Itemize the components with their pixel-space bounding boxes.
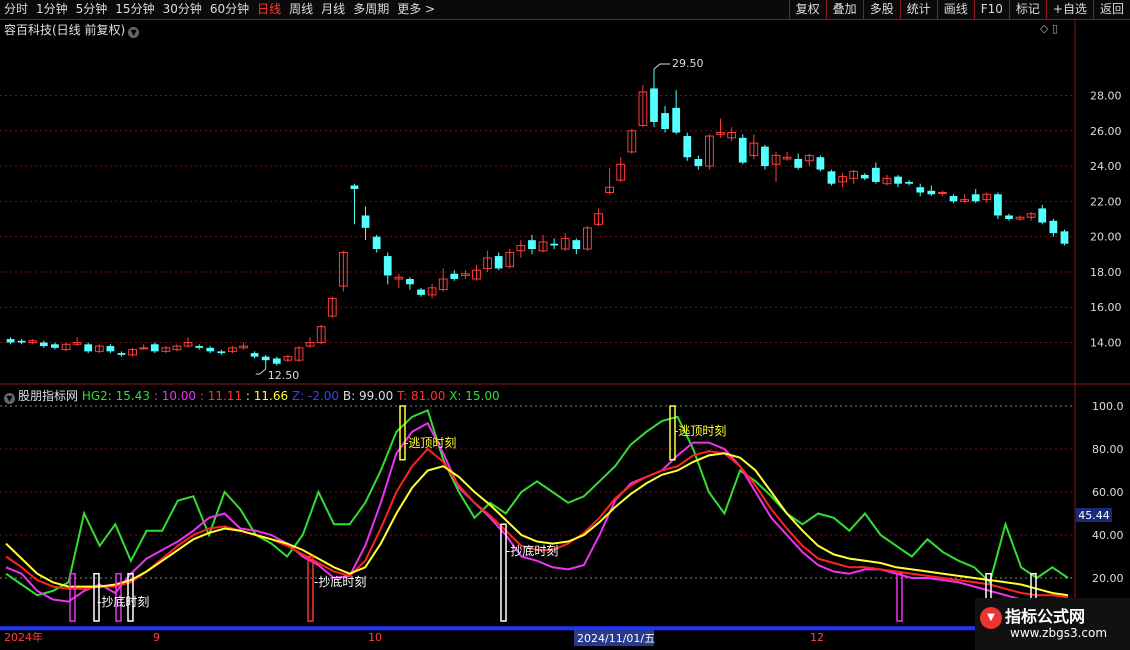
sell-signal-label: -逃顶时刻 [404,436,456,450]
candle-down [84,344,93,352]
candle-down [916,187,925,193]
candle-down [417,289,425,295]
candle-down [572,240,581,249]
candle-down [150,344,159,352]
candle-down [195,346,204,348]
price-tick-label: 16.00 [1090,301,1122,314]
candle-down [1049,220,1058,234]
indicator-tick-label: 60.00 [1092,486,1124,499]
signal-bar [500,523,507,622]
candle-down [528,240,536,249]
candle-down [51,344,59,348]
candle-down [217,351,226,354]
candle-down [550,243,559,246]
low-price-label: 12.50 [268,369,300,382]
candle-down [406,279,414,285]
candle-down [1005,215,1013,219]
watermark-url: www.zbgs3.com [1010,626,1108,640]
candle-down [738,137,747,163]
candle-down [450,273,459,279]
candle-down [117,353,126,355]
candle-down [794,159,803,168]
candle-down [927,190,936,195]
candle-down [250,353,259,357]
buy-signal-label: -抄底时刻 [97,594,149,609]
price-tick-label: 14.00 [1090,337,1122,350]
date-cursor-label: 2024/11/01/五 [577,632,655,645]
candle-down [361,215,370,228]
candle-down [17,340,26,343]
candle-down [272,358,281,364]
candle-down [816,157,825,170]
candle-down [683,136,692,158]
signal-bar [896,572,903,622]
candle-down [827,171,836,184]
candle-down [383,256,392,276]
indicator-tick-label: 40.00 [1092,529,1124,542]
candle-down [650,88,658,122]
candle-up [938,192,947,195]
price-tick-label: 26.00 [1090,125,1122,138]
candle-down [106,346,115,352]
candle-down [206,347,215,352]
watermark-logo-icon: ▼ [980,607,1002,629]
price-tick-label: 18.00 [1090,266,1122,279]
price-tick-label: 24.00 [1090,160,1122,173]
candle-down [1060,231,1069,244]
candle-down [971,194,980,202]
candle-down [672,107,681,133]
indicator-tick-label: 20.00 [1092,572,1124,585]
candle-down [994,194,1002,216]
signal-bar [69,572,76,622]
price-tick-label: 28.00 [1090,89,1122,102]
candle-down [894,176,902,184]
candle-down [350,185,359,189]
signal-bar [399,405,406,461]
watermark-title: 指标公式网 [1005,607,1086,626]
candle-down [860,174,869,179]
sell-signal-label: -逃顶时刻 [674,424,726,438]
low-marker [255,368,267,375]
current-value-label: 45.44 [1078,509,1110,522]
price-tick-label: 22.00 [1090,195,1122,208]
date-label: 10 [368,631,382,644]
price-tick-label: 20.00 [1090,231,1122,244]
date-label: 2024年 [4,630,43,644]
candle-up [139,347,149,350]
candle-down [694,159,703,167]
indicator-series-line [5,408,1069,597]
high-marker [653,63,670,70]
candle-down [6,339,15,343]
signal-bar [307,555,314,622]
high-price-label: 29.50 [672,57,704,70]
buy-signal-label: -抄底时刻 [314,574,366,589]
candle-down [494,256,503,269]
chart-canvas[interactable]: 28.00 26.00 24.00 22.00 20.00 18.00 16.00 14.00… [0,0,1130,650]
candle-down [761,146,769,167]
indicator-tick-label: 100.0 [1092,400,1124,413]
indicator-series-line [5,421,1068,603]
candle-down [949,196,958,202]
candle-down [905,181,914,184]
date-label: 9 [153,631,160,644]
candle-down [39,342,48,347]
indicator-tick-label: 80.00 [1092,443,1124,456]
buy-signal-label: -抄底时刻 [506,543,558,558]
candle-down [871,167,880,182]
candle-down [372,236,381,249]
date-label: 12 [810,631,824,644]
candle-down [261,356,270,361]
candle-down [1038,208,1047,223]
candle-down [661,113,669,129]
